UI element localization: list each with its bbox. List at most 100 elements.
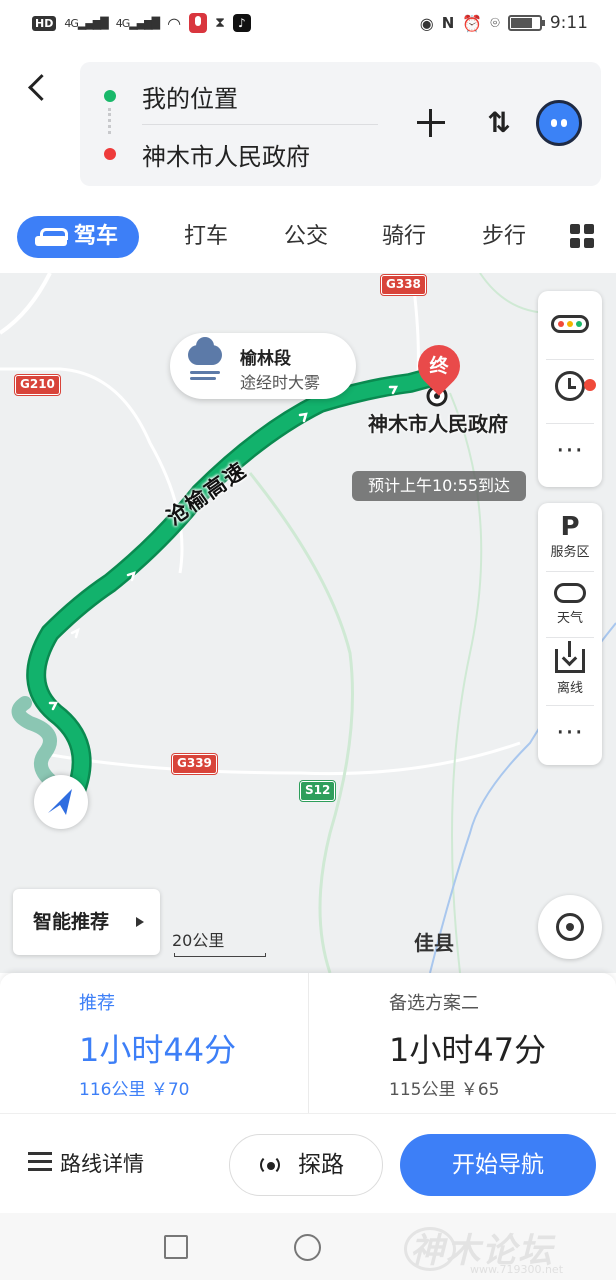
tab-bike[interactable]: 骑行 bbox=[370, 216, 438, 258]
route-input-box: 我的位置 神木市人民政府 ⇅ bbox=[80, 62, 601, 186]
tab-bus[interactable]: 公交 bbox=[272, 216, 340, 258]
route-option-cost: ￥65 bbox=[460, 1080, 500, 1100]
road-badge-g338: G338 bbox=[381, 275, 426, 295]
weather-button[interactable]: 天气 bbox=[538, 579, 602, 626]
route-option-distance: 115公里 bbox=[389, 1080, 456, 1100]
offline-label: 离线 bbox=[556, 681, 583, 696]
list-icon bbox=[28, 1152, 52, 1172]
route-option-time: 1小时44分 bbox=[79, 1031, 237, 1069]
explore-route-button[interactable]: 探路 bbox=[229, 1134, 383, 1196]
destination-label: 神木市人民政府 bbox=[368, 412, 508, 436]
tab-walk[interactable]: 步行 bbox=[470, 216, 538, 258]
weather-label: 天气 bbox=[556, 611, 583, 626]
destination-pin-label: 终 bbox=[429, 355, 449, 377]
explore-label: 探路 bbox=[298, 1152, 344, 1178]
road-badge-s12: S12 bbox=[300, 781, 336, 801]
location-icon: ⌾ bbox=[490, 13, 500, 32]
parking-icon: P bbox=[560, 512, 580, 542]
status-bar: HD 4G▂▄▆█ 4G▂▄▆█ ◠ ⧗ ♪ ◉ N ⏰ ⌾ 9:11 bbox=[0, 0, 616, 46]
start-navigation-button[interactable]: 开始导航 bbox=[400, 1134, 596, 1196]
action-bar: 路线详情 探路 开始导航 bbox=[0, 1113, 616, 1213]
destination-pin-icon[interactable]: 终 bbox=[409, 336, 469, 396]
map-view[interactable]: G338 G210 G339 S12 榆林段 途经时大雾 终 神木市人民政府 预… bbox=[0, 273, 616, 973]
tab-taxi[interactable]: 打车 bbox=[172, 216, 240, 258]
route-option-label: 备选方案二 bbox=[389, 993, 479, 1014]
status-left: HD 4G▂▄▆█ 4G▂▄▆█ ◠ ⧗ ♪ bbox=[32, 13, 251, 33]
road-badge-g210: G210 bbox=[15, 375, 60, 395]
weather-region: 榆林段 bbox=[240, 349, 291, 369]
start-dot-icon bbox=[104, 90, 116, 102]
notification-dot bbox=[584, 379, 596, 391]
travel-mode-tabs: 驾车 打车 公交 骑行 步行 bbox=[0, 206, 616, 268]
eta-label: 预计上午10:55到达 bbox=[352, 471, 526, 501]
tab-drive[interactable]: 驾车 bbox=[17, 216, 139, 258]
weather-condition: 途经时大雾 bbox=[240, 373, 321, 392]
broadcast-icon bbox=[260, 1155, 282, 1177]
route-option-cost: ￥70 bbox=[150, 1080, 190, 1100]
route-option-label: 推荐 bbox=[79, 993, 115, 1014]
start-location: 我的位置 bbox=[142, 84, 238, 113]
home-button[interactable] bbox=[294, 1234, 321, 1261]
more-modes-grid-icon[interactable] bbox=[570, 224, 594, 248]
end-location: 神木市人民政府 bbox=[142, 142, 310, 171]
route-details-button[interactable]: 路线详情 bbox=[28, 1148, 144, 1178]
route-option-recommended[interactable]: 推荐 1小时44分 116公里 ￥70 bbox=[0, 973, 308, 1113]
download-icon bbox=[555, 641, 585, 673]
map-scale-bar bbox=[174, 953, 266, 957]
alarm-icon: ⏰ bbox=[462, 13, 483, 33]
nfc-icon: N bbox=[441, 14, 455, 32]
recent-apps-button[interactable] bbox=[164, 1235, 188, 1259]
route-options: 推荐 1小时44分 116公里 ￥70 备选方案二 1小时47分 115公里 ￥… bbox=[0, 973, 616, 1113]
locate-me-button[interactable] bbox=[538, 895, 602, 959]
clock-time: 9:11 bbox=[549, 13, 588, 33]
departure-time-button[interactable] bbox=[538, 371, 602, 405]
route-details-label: 路线详情 bbox=[60, 1152, 144, 1176]
offline-button[interactable]: 离线 bbox=[538, 641, 602, 696]
wifi-icon: ◠ bbox=[167, 13, 182, 33]
fog-cloud-icon bbox=[188, 337, 224, 385]
map-tools-panel: ··· bbox=[538, 291, 602, 487]
status-right: ◉ N ⏰ ⌾ 9:11 bbox=[420, 13, 588, 33]
watermark-url: www.719300.net bbox=[470, 1263, 564, 1276]
car-icon bbox=[35, 228, 68, 248]
route-tools-panel: P 服务区 天气 离线 ··· bbox=[538, 503, 602, 765]
signal-2-icon: 4G▂▄▆█ bbox=[115, 16, 160, 30]
traffic-toggle[interactable] bbox=[538, 315, 602, 337]
end-dot-icon bbox=[104, 148, 116, 160]
assistant-avatar[interactable] bbox=[536, 100, 582, 146]
clock-icon bbox=[555, 371, 585, 401]
road-badge-g339: G339 bbox=[172, 754, 217, 774]
more-route-tools-button[interactable]: ··· bbox=[538, 720, 602, 746]
cloud-icon bbox=[554, 583, 586, 603]
navigation-arrow-icon bbox=[48, 789, 72, 815]
city-label: 佳县 bbox=[414, 931, 454, 955]
signal-2-label: 4G bbox=[115, 16, 130, 30]
service-area-label: 服务区 bbox=[550, 545, 590, 560]
start-field[interactable]: 我的位置 bbox=[80, 68, 390, 124]
signal-1-label: 4G bbox=[64, 16, 78, 30]
tiktok-icon: ♪ bbox=[232, 14, 251, 32]
route-option-alternative[interactable]: 备选方案二 1小时47分 115公里 ￥65 bbox=[308, 973, 616, 1113]
route-option-distance: 116公里 bbox=[79, 1080, 146, 1100]
hourglass-icon: ⧗ bbox=[215, 15, 225, 31]
weather-alert-bubble[interactable]: 榆林段 途经时大雾 bbox=[170, 333, 356, 399]
smart-recommend-button[interactable]: 智能推荐 bbox=[13, 889, 160, 955]
route-option-meta: 116公里 ￥70 bbox=[79, 1075, 190, 1100]
back-button[interactable] bbox=[22, 72, 54, 108]
service-area-button[interactable]: P 服务区 bbox=[538, 513, 602, 560]
eye-icon: ◉ bbox=[419, 13, 434, 33]
add-waypoint-button[interactable] bbox=[414, 106, 448, 140]
traffic-light-icon bbox=[551, 315, 589, 333]
more-tools-button[interactable]: ··· bbox=[538, 438, 602, 464]
current-location-marker bbox=[34, 775, 88, 829]
signal-1-icon: 4G▂▄▆█ bbox=[64, 16, 108, 30]
swap-route-button[interactable]: ⇅ bbox=[482, 106, 516, 140]
hd-badge: HD bbox=[32, 15, 57, 31]
route-option-meta: 115公里 ￥65 bbox=[389, 1075, 500, 1100]
route-option-time: 1小时47分 bbox=[389, 1031, 547, 1069]
battery-icon bbox=[507, 15, 545, 31]
end-field[interactable]: 神木市人民政府 bbox=[80, 126, 390, 182]
route-divider bbox=[142, 124, 378, 125]
microphone-icon bbox=[189, 13, 208, 33]
map-scale-label: 20公里 bbox=[172, 931, 225, 950]
